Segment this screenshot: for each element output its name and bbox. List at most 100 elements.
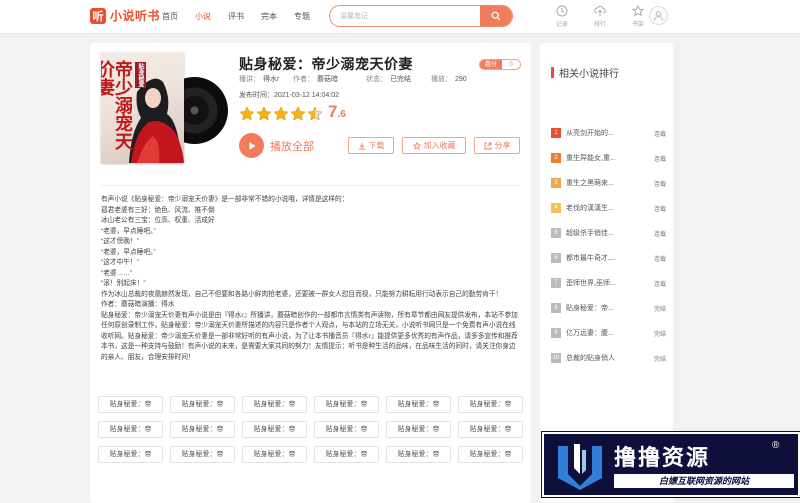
banner-logo-icon [558, 444, 602, 490]
rank-status: 连载 [653, 231, 666, 238]
chapter-link[interactable]: 贴身秘爱：帝 [242, 421, 307, 438]
favorite-button[interactable]: 加入收藏 [402, 137, 466, 154]
ranking-item[interactable]: 7 歪师世界,巫师... 连载 [551, 271, 666, 295]
chapter-link[interactable]: 贴身秘爱：帝 [170, 421, 235, 438]
chapter-link[interactable]: 贴身秘爱：帝 [314, 421, 379, 438]
chapter-grid: 贴身秘爱：帝 贴身秘爱：帝 贴身秘爱：帝 贴身秘爱：帝 贴身秘爱：帝 贴身秘爱：… [98, 396, 526, 463]
logo-text: 小说听书 [110, 9, 161, 23]
chapter-link[interactable]: 贴身秘爱：帝 [314, 446, 379, 463]
play-icon [239, 133, 264, 158]
watermark-banner: 撸撸资源 ® 白嫖互联网资源的网站 [542, 432, 800, 497]
badge-value: 0 [509, 62, 513, 68]
nav-completed[interactable]: 完本 [261, 0, 277, 34]
ranking-item[interactable]: 4 老伐的漢漢生... 连载 [551, 196, 666, 220]
chapter-link[interactable]: 贴身秘爱：帝 [242, 396, 307, 413]
chapter-link[interactable]: 贴身秘爱：帝 [458, 421, 523, 438]
user-tools: 记录 排行 书架 [543, 5, 657, 28]
download-icon [358, 142, 365, 149]
ranking-item[interactable]: 1 从亮剑开始的... 连载 [551, 121, 666, 145]
meta-status: 状态： 已完结 [366, 76, 411, 83]
rank-number: 5 [551, 228, 561, 238]
ranking-title: 相关小说排行 [559, 69, 619, 80]
desc-line: 作为冰山总裁的夜凰赫然发现，自己不但要和各路小鲜肉抢老婆，还要被一群女人怼目而视… [101, 290, 503, 298]
rank-number: 2 [551, 153, 561, 163]
chapter-link[interactable]: 贴身秘爱：帝 [170, 446, 235, 463]
chapter-link[interactable]: 贴身秘爱：帝 [98, 421, 163, 438]
search-input[interactable] [340, 9, 470, 24]
header-accent-bar [551, 67, 554, 78]
nav-topics[interactable]: 专题 [294, 0, 310, 34]
book-cover[interactable]: 帝少溺宠天价妻 贴身秘爱 [101, 52, 228, 163]
play-all-label: 播放全部 [270, 140, 314, 153]
chapter-link[interactable]: 贴身秘爱：帝 [458, 396, 523, 413]
rank-status: 连载 [653, 156, 666, 163]
avatar[interactable] [649, 6, 668, 25]
main-nav: 首页 小说 评书 完本 专题 [162, 0, 327, 34]
cover-art: 帝少溺宠天价妻 贴身秘爱 [101, 52, 184, 163]
banner-title: 撸撸资源 [614, 446, 711, 471]
chapter-link[interactable]: 贴身秘爱：帝 [386, 396, 451, 413]
history-button[interactable]: 记录 [543, 5, 581, 28]
rank-number: 8 [551, 303, 561, 313]
publish-time: 发布时间：2021-03-12 14:04:02 [239, 92, 339, 99]
ranking-item[interactable]: 5 超级杀手俏佳... 连载 [551, 221, 666, 245]
favorite-star-icon [412, 141, 421, 150]
rank-name: 老伐的漢漢生... [566, 205, 614, 212]
chapter-link[interactable]: 贴身秘爱：帝 [242, 446, 307, 463]
desc-line: “这才中午！” [101, 259, 139, 266]
ranking-header: 相关小说排行 [551, 65, 619, 80]
rank-status: 完结 [653, 356, 666, 363]
chapter-link[interactable]: 贴身秘爱：帝 [170, 396, 235, 413]
rank-status: 连载 [653, 206, 666, 213]
desc-line: 孤君老婆有三好：绝色、风流、推不倒 [101, 206, 215, 214]
chapter-link[interactable]: 贴身秘爱：帝 [98, 446, 163, 463]
desc-line: “这才傍晚！” [101, 238, 139, 245]
chapter-link[interactable]: 贴身秘爱：帝 [98, 396, 163, 413]
chapter-link[interactable]: 贴身秘爱：帝 [458, 446, 523, 463]
desc-line: “老婆，早点睡吧。” [101, 248, 156, 256]
rank-number: 3 [551, 178, 561, 188]
share-button[interactable]: 分享 [474, 137, 520, 154]
download-label: 下载 [368, 141, 385, 150]
search-button[interactable] [480, 6, 512, 26]
download-button[interactable]: 下载 [348, 137, 394, 154]
ranking-item[interactable]: 2 重生异能女,重... 连载 [551, 146, 666, 170]
banner-subtitle: 白嫖互联网资源的网站 [614, 474, 794, 488]
score-dec: .6 [337, 109, 346, 120]
rank-name: 歪师世界,巫师... [566, 280, 616, 287]
chapter-link[interactable]: 贴身秘爱：帝 [386, 446, 451, 463]
history-label: 记录 [555, 22, 568, 28]
chapter-link[interactable]: 贴身秘爱：帝 [314, 396, 379, 413]
play-all-button[interactable]: 播放全部 [239, 133, 314, 158]
cover-title: 帝少溺宠天价妻 [101, 60, 133, 150]
nav-home[interactable]: 首页 [162, 0, 178, 34]
site-logo[interactable]: 听 小说听书 [90, 7, 160, 24]
chapter-link[interactable]: 贴身秘爱：帝 [386, 421, 451, 438]
search-box [329, 5, 513, 27]
desc-line: 冰山老公有三宝：位高、权重、活成好 [101, 217, 215, 224]
clock-icon [556, 5, 568, 17]
nav-pingshu[interactable]: 评书 [228, 0, 244, 34]
meta-author: 作者： 蘑菇暗 [293, 76, 338, 83]
rank-name: 重生异能女,重... [566, 155, 616, 162]
upload-icon [594, 5, 606, 16]
ranking-item[interactable]: 6 都市最牛奇才,... 连载 [551, 246, 666, 270]
ranking-item[interactable]: 10 总裁的贴身俏人 完结 [551, 346, 666, 370]
rank-number: 4 [551, 203, 561, 213]
star-icon [307, 106, 323, 121]
ranking-item[interactable]: 8 贴身秘爱：帝... 完结 [551, 296, 666, 320]
ranking-item[interactable]: 9 亿万远妻：腹... 完结 [551, 321, 666, 345]
badge-label: 趣分 [480, 60, 502, 69]
ranking-button[interactable]: 排行 [581, 5, 619, 28]
desc-line: “老婆，早点睡吧。” [101, 227, 156, 235]
rank-number: 1 [551, 128, 561, 138]
star-icon [290, 106, 306, 121]
share-label: 分享 [494, 141, 511, 150]
cover-subtitle: 贴身秘爱 [135, 62, 146, 88]
ranking-item[interactable]: 3 重生之黑萌来... 连载 [551, 171, 666, 195]
nav-novel[interactable]: 小说 [195, 0, 211, 34]
user-icon [654, 11, 663, 21]
rank-status: 完结 [653, 306, 666, 313]
book-detail-panel: 帝少溺宠天价妻 贴身秘爱 贴身秘爱：帝少溺宠天价妻 趣分 0 播讲： 得水r 作者… [90, 43, 531, 503]
rank-number: 7 [551, 278, 561, 288]
